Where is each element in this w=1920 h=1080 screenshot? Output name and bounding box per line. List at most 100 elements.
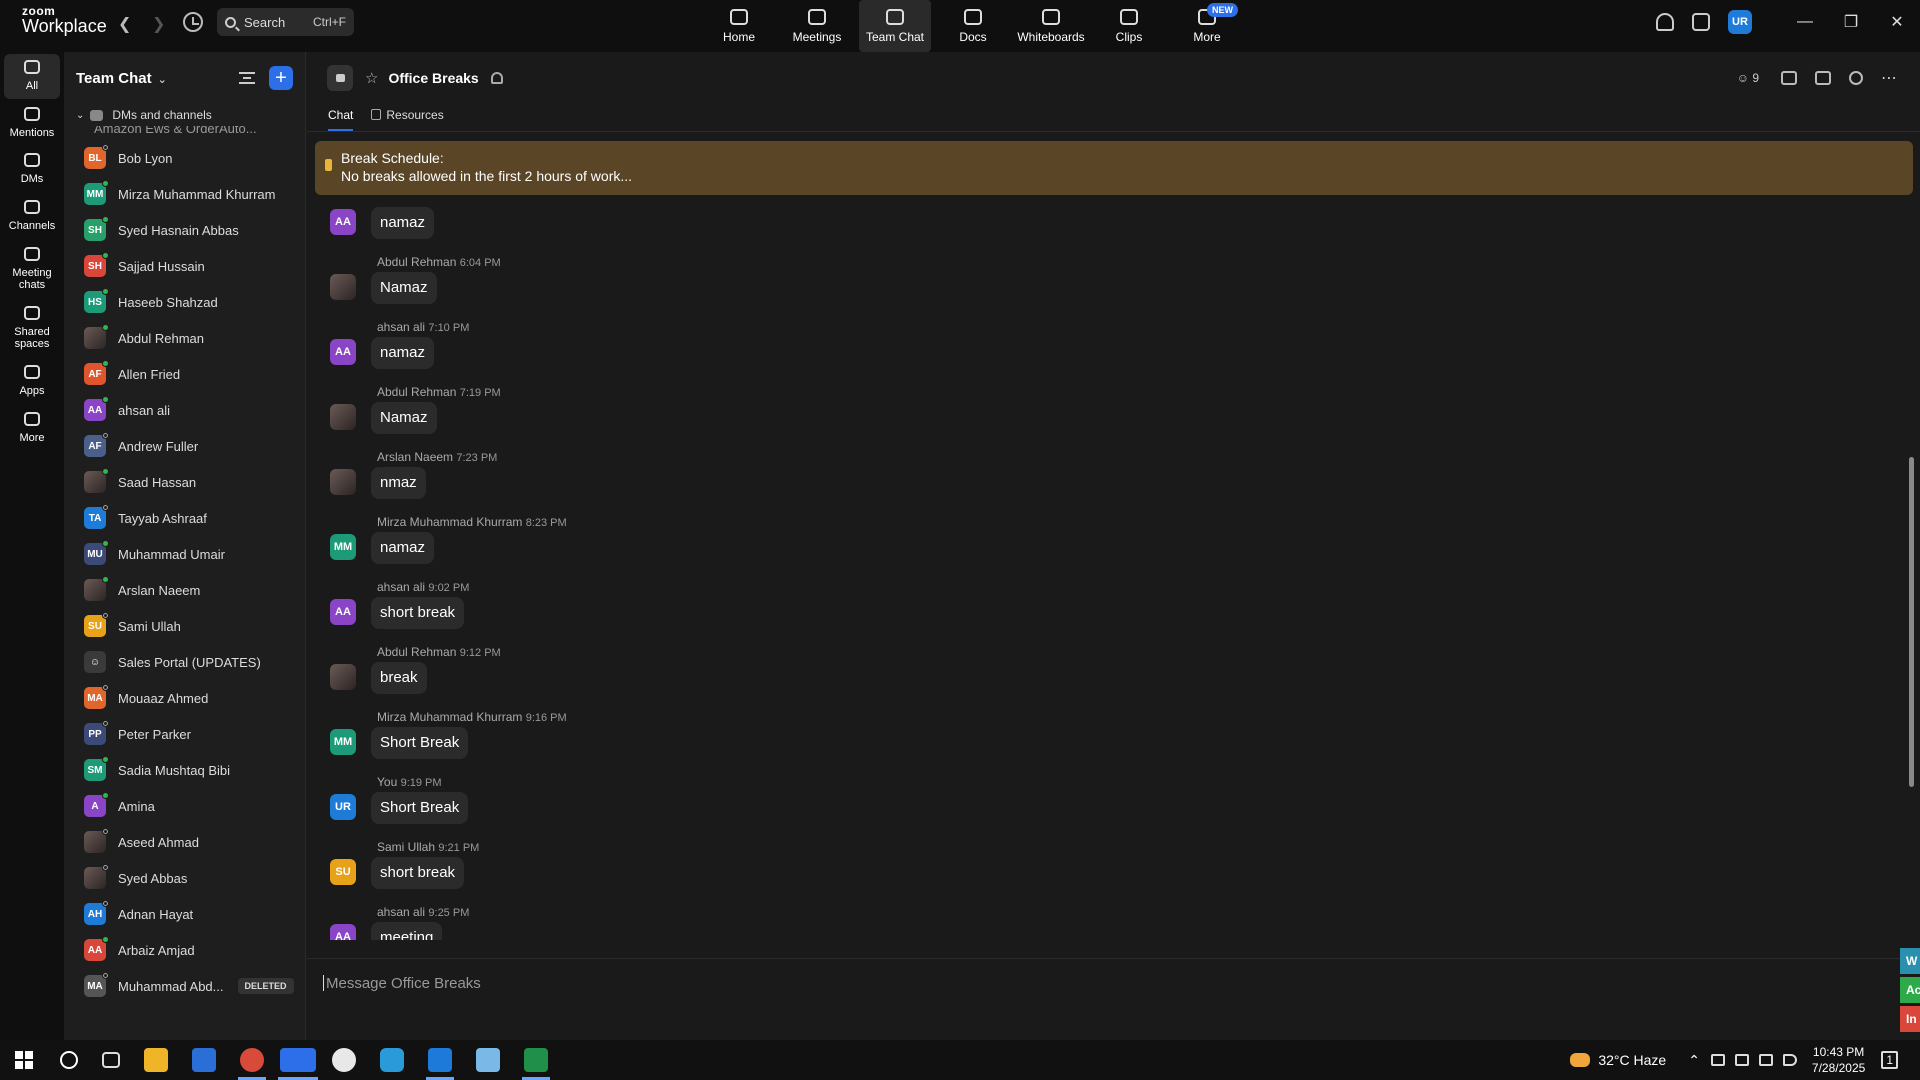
- message-item[interactable]: SU Sami Ullah 9:21 PM short break: [307, 840, 1307, 905]
- message-author[interactable]: ahsan ali: [377, 905, 425, 919]
- mute-icon[interactable]: [490, 72, 503, 84]
- clock[interactable]: 10:43 PM 7/28/2025: [1812, 1044, 1865, 1076]
- avatar[interactable]: AF: [84, 432, 109, 457]
- avatar[interactable]: MM: [84, 180, 109, 205]
- contact-item[interactable]: AH Adnan Hayat: [64, 896, 305, 932]
- members-button[interactable]: ☺ 9: [1737, 71, 1759, 85]
- contact-item[interactable]: A Amina: [64, 788, 305, 824]
- rail-channels[interactable]: Channels: [4, 194, 60, 239]
- file-explorer-icon[interactable]: [144, 1048, 168, 1072]
- zoom-app-icon[interactable]: [278, 1048, 318, 1080]
- message-item[interactable]: Abdul Rehman 6:04 PM Namaz: [307, 255, 1307, 320]
- message-item[interactable]: MM Mirza Muhammad Khurram 8:23 PM namaz: [307, 515, 1307, 580]
- app-icon-1[interactable]: [332, 1048, 356, 1072]
- message-author[interactable]: Sami Ullah: [377, 840, 435, 854]
- contact-item[interactable]: Syed Abbas: [64, 860, 305, 896]
- contact-item[interactable]: SM Sadia Mushtaq Bibi: [64, 752, 305, 788]
- contact-item[interactable]: SH Sajjad Hussain: [64, 248, 305, 284]
- contact-item[interactable]: MU Muhammad Umair: [64, 536, 305, 572]
- nav-whiteboards[interactable]: Whiteboards: [1015, 0, 1087, 52]
- avatar[interactable]: AA: [330, 924, 356, 940]
- contact-item[interactable]: MA Muhammad Abd... DELETED: [64, 968, 305, 1004]
- avatar[interactable]: [84, 576, 109, 601]
- avatar[interactable]: MM: [330, 534, 356, 560]
- rail-shared-spaces[interactable]: Shared spaces: [4, 300, 60, 357]
- section-dms-channels[interactable]: ⌄ DMs and channels: [64, 104, 305, 126]
- avatar[interactable]: PP: [84, 720, 109, 745]
- nav-meetings[interactable]: Meetings: [781, 0, 853, 52]
- avatar[interactable]: MA: [84, 684, 109, 709]
- app-icon-2[interactable]: [380, 1048, 404, 1072]
- avatar[interactable]: [84, 468, 109, 493]
- message-author[interactable]: Mirza Muhammad Khurram: [377, 710, 522, 724]
- app-icon-3[interactable]: [476, 1048, 500, 1072]
- message-author[interactable]: Mirza Muhammad Khurram: [377, 515, 522, 529]
- more-options-icon[interactable]: ⋯: [1881, 68, 1898, 88]
- contact-item[interactable]: AA ahsan ali: [64, 392, 305, 428]
- message-item[interactable]: AA ahsan ali 7:10 PM namaz: [307, 320, 1307, 385]
- avatar[interactable]: BL: [84, 144, 109, 169]
- contact-item[interactable]: MM Mirza Muhammad Khurram: [64, 176, 305, 212]
- new-chat-button[interactable]: +: [269, 66, 293, 90]
- task-view-icon[interactable]: [102, 1052, 120, 1068]
- avatar[interactable]: UR: [330, 794, 356, 820]
- avatar[interactable]: AF: [84, 360, 109, 385]
- rail-all[interactable]: All: [4, 54, 60, 99]
- pinned-message-banner[interactable]: Break Schedule: No breaks allowed in the…: [315, 141, 1913, 195]
- weather-widget[interactable]: 32°C Haze: [1570, 1052, 1666, 1068]
- gift-icon[interactable]: [1692, 13, 1710, 31]
- avatar[interactable]: AH: [84, 900, 109, 925]
- message-item[interactable]: AA namaz: [307, 190, 1307, 255]
- sidebar-title[interactable]: Team Chat ⌄: [76, 70, 167, 87]
- avatar[interactable]: [84, 324, 109, 349]
- message-item[interactable]: AA ahsan ali 9:02 PM short break: [307, 580, 1307, 645]
- contact-item[interactable]: PP Peter Parker: [64, 716, 305, 752]
- restore-icon[interactable]: ❐: [1828, 12, 1874, 32]
- message-author[interactable]: Abdul Rehman: [377, 385, 456, 399]
- message-item[interactable]: Abdul Rehman 7:19 PM Namaz: [307, 385, 1307, 450]
- contact-item[interactable]: Aseed Ahmad: [64, 824, 305, 860]
- avatar[interactable]: SH: [84, 252, 109, 277]
- rail-more[interactable]: More: [4, 406, 60, 451]
- avatar[interactable]: TA: [84, 504, 109, 529]
- contact-item[interactable]: HS Haseeb Shahzad: [64, 284, 305, 320]
- avatar[interactable]: [84, 828, 109, 853]
- network-icon[interactable]: [1758, 1054, 1773, 1066]
- message-author[interactable]: ahsan ali: [377, 580, 425, 594]
- contact-item[interactable]: MA Mouaaz Ahmed: [64, 680, 305, 716]
- scrollbar[interactable]: [1909, 457, 1914, 787]
- message-composer[interactable]: Message Office Breaks: [307, 958, 1907, 1040]
- contact-item[interactable]: TA Tayyab Ashraaf: [64, 500, 305, 536]
- tray-chevron-icon[interactable]: ⌃: [1688, 1052, 1700, 1069]
- nav-clips[interactable]: Clips: [1093, 0, 1165, 52]
- nav-docs[interactable]: Docs: [937, 0, 1009, 52]
- message-author[interactable]: ahsan ali: [377, 320, 425, 334]
- calendar-icon[interactable]: [1815, 71, 1831, 85]
- rail-mentions[interactable]: Mentions: [4, 101, 60, 146]
- avatar[interactable]: AA: [84, 936, 109, 961]
- minimize-icon[interactable]: —: [1782, 13, 1828, 31]
- back-arrow-icon[interactable]: ❮: [118, 14, 131, 34]
- excel-icon[interactable]: [522, 1048, 550, 1080]
- contact-item[interactable]: Arslan Naeem: [64, 572, 305, 608]
- chrome-icon[interactable]: [238, 1048, 266, 1080]
- vscode-icon[interactable]: [426, 1048, 454, 1080]
- message-item[interactable]: UR You 9:19 PM Short Break: [307, 775, 1307, 840]
- avatar[interactable]: AA: [330, 339, 356, 365]
- contact-item[interactable]: SH Syed Hasnain Abbas: [64, 212, 305, 248]
- avatar[interactable]: MA: [84, 972, 109, 997]
- avatar[interactable]: [84, 864, 109, 889]
- contact-item[interactable]: Abdul Rehman: [64, 320, 305, 356]
- avatar[interactable]: SM: [84, 756, 109, 781]
- contact-item[interactable]: ☺ Sales Portal (UPDATES): [64, 644, 305, 680]
- message-author[interactable]: Arslan Naeem: [377, 450, 453, 464]
- rail-apps[interactable]: Apps: [4, 359, 60, 404]
- avatar[interactable]: SU: [330, 859, 356, 885]
- avatar[interactable]: [330, 404, 356, 430]
- rail-meeting-chats[interactable]: Meeting chats: [4, 241, 60, 298]
- avatar[interactable]: [330, 469, 356, 495]
- message-author[interactable]: Abdul Rehman: [377, 645, 456, 659]
- avatar[interactable]: HS: [84, 288, 109, 313]
- tab-chat[interactable]: Chat: [328, 104, 354, 131]
- contact-item[interactable]: AA Arbaiz Amjad: [64, 932, 305, 968]
